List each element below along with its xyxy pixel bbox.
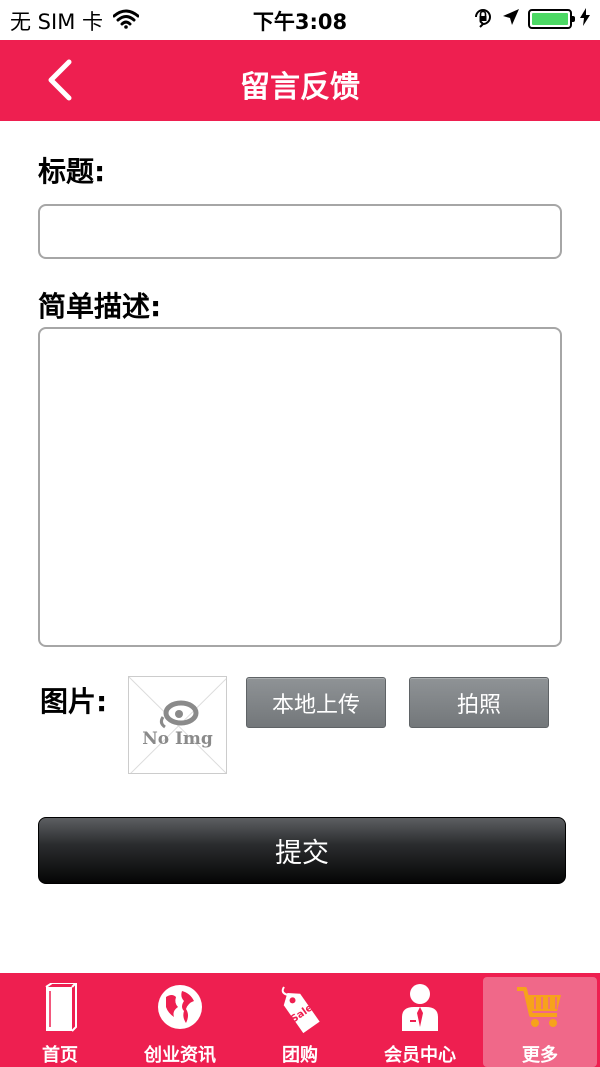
image-label: 图片:	[40, 685, 108, 718]
book-icon	[45, 983, 77, 1032]
title-label: 标题:	[38, 155, 106, 188]
member-icon	[402, 984, 438, 1031]
nav-bar: 留言反馈	[0, 40, 600, 121]
description-textarea[interactable]	[38, 327, 562, 647]
no-image-placeholder-icon	[129, 677, 226, 773]
tab-home[interactable]: 首页	[0, 973, 120, 1067]
status-bar: 无 SIM 卡 下午3:08	[0, 0, 600, 40]
charging-bolt-icon	[580, 8, 590, 30]
no-image-text: No Img	[142, 729, 213, 749]
tab-group-buy[interactable]: Sale 团购	[240, 973, 360, 1067]
tab-label: 会员中心	[384, 1045, 456, 1066]
image-preview[interactable]: No Img	[128, 676, 227, 774]
tab-label: 首页	[42, 1045, 78, 1066]
tab-label: 更多	[522, 1045, 558, 1066]
tab-member-center[interactable]: 会员中心	[360, 973, 480, 1067]
tab-business-news[interactable]: 创业资讯	[120, 973, 240, 1067]
location-arrow-icon	[502, 8, 520, 30]
page-title: 留言反馈	[240, 70, 360, 105]
tab-bar: 首页 创业资讯 Sale 团购 会员中心 更多	[0, 973, 600, 1067]
cart-icon	[517, 987, 561, 1027]
status-right-group	[472, 6, 590, 32]
tab-more[interactable]: 更多	[483, 977, 597, 1067]
take-photo-button[interactable]: 拍照	[409, 677, 549, 728]
globe-icon	[158, 985, 202, 1029]
description-label: 简单描述:	[38, 290, 162, 323]
tab-label: 团购	[282, 1045, 318, 1066]
tab-label: 创业资讯	[144, 1045, 216, 1066]
rotation-lock-icon	[472, 6, 494, 32]
submit-button[interactable]: 提交	[38, 817, 566, 884]
battery-icon	[528, 9, 575, 29]
sale-tag-icon: Sale	[281, 986, 320, 1034]
title-input[interactable]	[38, 204, 562, 259]
local-upload-button[interactable]: 本地上传	[246, 677, 386, 728]
